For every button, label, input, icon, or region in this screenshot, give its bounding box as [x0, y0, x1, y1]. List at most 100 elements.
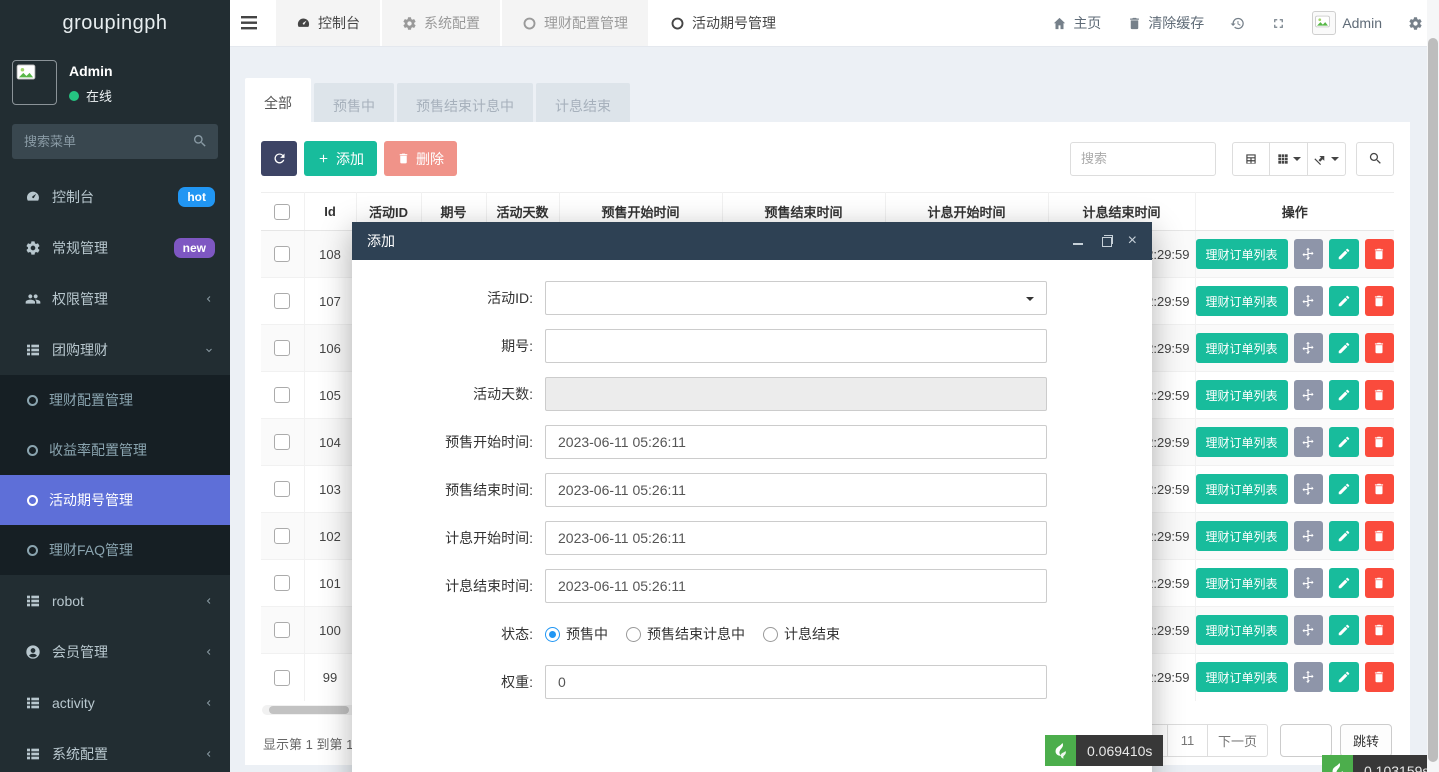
- order-list-button[interactable]: 理财订单列表: [1196, 427, 1288, 457]
- interest-end-input[interactable]: [545, 569, 1047, 603]
- radio-presale-ended-interest[interactable]: 预售结束计息中: [626, 624, 745, 644]
- row-checkbox[interactable]: [274, 528, 290, 544]
- next-page-button[interactable]: 下一页: [1208, 724, 1268, 757]
- sidebar-item-system-config[interactable]: 系统配置: [0, 728, 230, 772]
- order-list-button[interactable]: 理财订单列表: [1196, 286, 1288, 316]
- row-checkbox[interactable]: [274, 434, 290, 450]
- row-delete-button[interactable]: [1365, 474, 1395, 504]
- topnav-tab-finance-config[interactable]: 理财配置管理: [502, 0, 648, 46]
- horizontal-scrollbar-thumb[interactable]: [269, 706, 349, 714]
- row-delete-button[interactable]: [1365, 333, 1395, 363]
- table-search-input[interactable]: [1070, 142, 1216, 176]
- vertical-scrollbar-thumb[interactable]: [1428, 38, 1438, 762]
- edit-button[interactable]: [1329, 474, 1359, 504]
- delete-button[interactable]: 删除: [384, 141, 457, 176]
- presale-start-input[interactable]: [545, 425, 1047, 459]
- tab-presale-ended-interest[interactable]: 预售结束计息中: [397, 83, 533, 122]
- order-list-button[interactable]: 理财订单列表: [1196, 474, 1288, 504]
- row-delete-button[interactable]: [1365, 615, 1395, 645]
- fullscreen-button[interactable]: [1271, 16, 1286, 31]
- order-list-button[interactable]: 理财订单列表: [1196, 521, 1288, 551]
- sidebar-toggle-button[interactable]: [230, 0, 268, 46]
- row-checkbox[interactable]: [274, 622, 290, 638]
- sidebar-item-group-finance[interactable]: 团购理财: [0, 324, 230, 375]
- edit-button[interactable]: [1329, 521, 1359, 551]
- sidebar-item-activity[interactable]: activity: [0, 677, 230, 728]
- row-checkbox[interactable]: [274, 246, 290, 262]
- minimize-icon[interactable]: [1072, 235, 1084, 247]
- page-jump-input[interactable]: [1280, 724, 1332, 757]
- home-link[interactable]: 主页: [1052, 13, 1101, 33]
- interest-start-input[interactable]: [545, 521, 1047, 555]
- refresh-button[interactable]: [261, 141, 297, 176]
- row-delete-button[interactable]: [1365, 286, 1395, 316]
- row-checkbox[interactable]: [274, 293, 290, 309]
- sidebar-item-finance-config[interactable]: 理财配置管理: [0, 375, 230, 425]
- columns-button[interactable]: [1270, 142, 1308, 176]
- search-toggle-button[interactable]: [1356, 142, 1394, 176]
- sidebar-item-yield-config[interactable]: 收益率配置管理: [0, 425, 230, 475]
- topnav-tab-system-config[interactable]: 系统配置: [382, 0, 500, 46]
- row-checkbox[interactable]: [274, 575, 290, 591]
- settings-menu-button[interactable]: [1408, 16, 1423, 31]
- select-all-checkbox[interactable]: [274, 204, 290, 220]
- row-checkbox[interactable]: [274, 340, 290, 356]
- edit-button[interactable]: [1329, 568, 1359, 598]
- weight-input[interactable]: [545, 665, 1047, 699]
- row-checkbox[interactable]: [274, 387, 290, 403]
- dialog-titlebar[interactable]: 添加 ×: [352, 222, 1152, 260]
- drag-button[interactable]: [1294, 521, 1324, 551]
- vertical-scrollbar[interactable]: [1427, 0, 1439, 772]
- check-update-button[interactable]: [1230, 16, 1245, 31]
- trace-badge[interactable]: 0.069410s: [1045, 735, 1163, 766]
- toggle-view-button[interactable]: [1232, 142, 1270, 176]
- tab-all[interactable]: 全部: [245, 78, 311, 122]
- drag-button[interactable]: [1294, 427, 1324, 457]
- export-button[interactable]: [1308, 142, 1346, 176]
- drag-button[interactable]: [1294, 474, 1324, 504]
- sidebar-item-permissions[interactable]: 权限管理: [0, 273, 230, 324]
- app-logo[interactable]: groupingph: [0, 0, 230, 47]
- radio-interest-ended[interactable]: 计息结束: [763, 624, 840, 644]
- sidebar-item-activity-period[interactable]: 活动期号管理: [0, 475, 230, 525]
- edit-button[interactable]: [1329, 333, 1359, 363]
- row-delete-button[interactable]: [1365, 239, 1395, 269]
- sidebar-item-robot[interactable]: robot: [0, 575, 230, 626]
- order-list-button[interactable]: 理财订单列表: [1196, 568, 1288, 598]
- row-delete-button[interactable]: [1365, 380, 1395, 410]
- edit-button[interactable]: [1329, 662, 1359, 692]
- presale-end-input[interactable]: [545, 473, 1047, 507]
- menu-search-input[interactable]: [12, 124, 218, 159]
- tab-presale[interactable]: 预售中: [314, 83, 394, 122]
- drag-button[interactable]: [1294, 286, 1324, 316]
- col-header-id[interactable]: Id: [304, 193, 356, 231]
- sidebar-item-dashboard[interactable]: 控制台 hot: [0, 171, 230, 222]
- row-delete-button[interactable]: [1365, 662, 1395, 692]
- page-jump-button[interactable]: 跳转: [1340, 724, 1392, 757]
- add-button[interactable]: 添加: [304, 141, 377, 176]
- order-list-button[interactable]: 理财订单列表: [1196, 239, 1288, 269]
- drag-button[interactable]: [1294, 568, 1324, 598]
- user-menu[interactable]: Admin: [1312, 11, 1382, 35]
- edit-button[interactable]: [1329, 380, 1359, 410]
- radio-presale[interactable]: 预售中: [545, 624, 608, 644]
- edit-button[interactable]: [1329, 615, 1359, 645]
- order-list-button[interactable]: 理财订单列表: [1196, 662, 1288, 692]
- drag-button[interactable]: [1294, 662, 1324, 692]
- tab-interest-ended[interactable]: 计息结束: [536, 83, 630, 122]
- edit-button[interactable]: [1329, 239, 1359, 269]
- sidebar-item-members[interactable]: 会员管理: [0, 626, 230, 677]
- page-11[interactable]: 11: [1168, 724, 1208, 757]
- order-list-button[interactable]: 理财订单列表: [1196, 380, 1288, 410]
- row-delete-button[interactable]: [1365, 568, 1395, 598]
- period-input[interactable]: [545, 329, 1047, 363]
- drag-button[interactable]: [1294, 239, 1324, 269]
- close-icon[interactable]: ×: [1128, 235, 1137, 247]
- order-list-button[interactable]: 理财订单列表: [1196, 333, 1288, 363]
- topnav-tab-dashboard[interactable]: 控制台: [276, 0, 380, 46]
- maximize-icon[interactable]: [1100, 235, 1112, 247]
- edit-button[interactable]: [1329, 427, 1359, 457]
- row-checkbox[interactable]: [274, 481, 290, 497]
- row-checkbox[interactable]: [274, 670, 290, 686]
- edit-button[interactable]: [1329, 286, 1359, 316]
